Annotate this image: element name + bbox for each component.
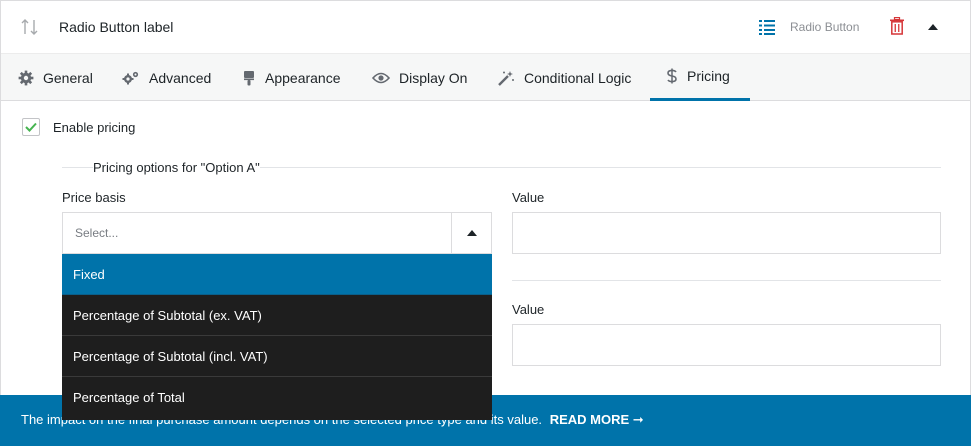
select-placeholder: Select...	[75, 226, 119, 240]
tab-appearance[interactable]: Appearance	[242, 54, 341, 101]
value-label: Value	[512, 190, 545, 205]
value-input[interactable]	[512, 212, 941, 254]
option-label: Percentage of Subtotal (incl. VAT)	[73, 348, 268, 364]
dropdown-option-percentage-subtotal-incl-vat[interactable]: Percentage of Subtotal (incl. VAT)	[62, 336, 492, 377]
option-label: Percentage of Subtotal (ex. VAT)	[73, 307, 262, 323]
row-divider	[512, 280, 941, 281]
list-icon	[759, 20, 775, 35]
dropdown-option-percentage-total[interactable]: Percentage of Total	[62, 377, 492, 418]
dropdown-option-percentage-subtotal-ex-vat[interactable]: Percentage of Subtotal (ex. VAT)	[62, 295, 492, 336]
select-divider	[451, 213, 452, 253]
gears-icon	[122, 71, 139, 84]
tab-display-on[interactable]: Display On	[372, 54, 467, 101]
paint-brush-icon	[244, 70, 254, 85]
gear-icon	[18, 70, 34, 85]
value-input[interactable]	[512, 324, 941, 366]
checkmark-icon	[25, 122, 37, 132]
field-type-label: Radio Button	[790, 20, 860, 34]
tab-label: Conditional Logic	[524, 69, 632, 86]
option-label: Fixed	[73, 266, 105, 282]
enable-pricing-checkbox[interactable]	[22, 118, 40, 136]
price-basis-dropdown: Fixed Percentage of Subtotal (ex. VAT) P…	[62, 254, 492, 420]
field-header: Radio Button label Radio Button	[1, 1, 970, 53]
price-basis-label: Price basis	[62, 190, 126, 205]
tab-label: Appearance	[265, 69, 341, 86]
tab-label: Pricing	[687, 68, 730, 84]
magic-wand-icon	[498, 70, 514, 86]
enable-pricing-label: Enable pricing	[53, 120, 136, 135]
settings-tabs: General Advanced Appearance Display On C…	[1, 53, 970, 101]
field-editor-panel: Radio Button label Radio Button General …	[0, 0, 971, 446]
read-more-link[interactable]: READ MORE ➞	[550, 412, 644, 427]
eye-icon	[372, 72, 390, 83]
option-label: Percentage of Total	[73, 390, 185, 405]
sort-arrows-icon[interactable]	[21, 17, 39, 37]
dollar-icon	[667, 68, 677, 84]
value-label: Value	[512, 302, 545, 317]
tab-label: Display On	[399, 69, 468, 86]
pricing-options-legend: Pricing options for "Option A"	[93, 160, 260, 175]
tab-label: Advanced	[149, 69, 212, 86]
trash-icon[interactable]	[889, 17, 905, 35]
caret-up-icon[interactable]	[466, 229, 478, 237]
dropdown-option-fixed[interactable]: Fixed	[62, 254, 492, 295]
tab-general[interactable]: General	[18, 54, 93, 101]
tab-label: General	[43, 69, 93, 86]
price-basis-select[interactable]: Select...	[62, 212, 492, 254]
tab-conditional-logic[interactable]: Conditional Logic	[497, 54, 631, 101]
tab-pricing[interactable]: Pricing	[650, 54, 750, 101]
tab-advanced[interactable]: Advanced	[122, 54, 211, 101]
field-title: Radio Button label	[59, 19, 174, 35]
caret-up-icon[interactable]	[927, 23, 939, 31]
